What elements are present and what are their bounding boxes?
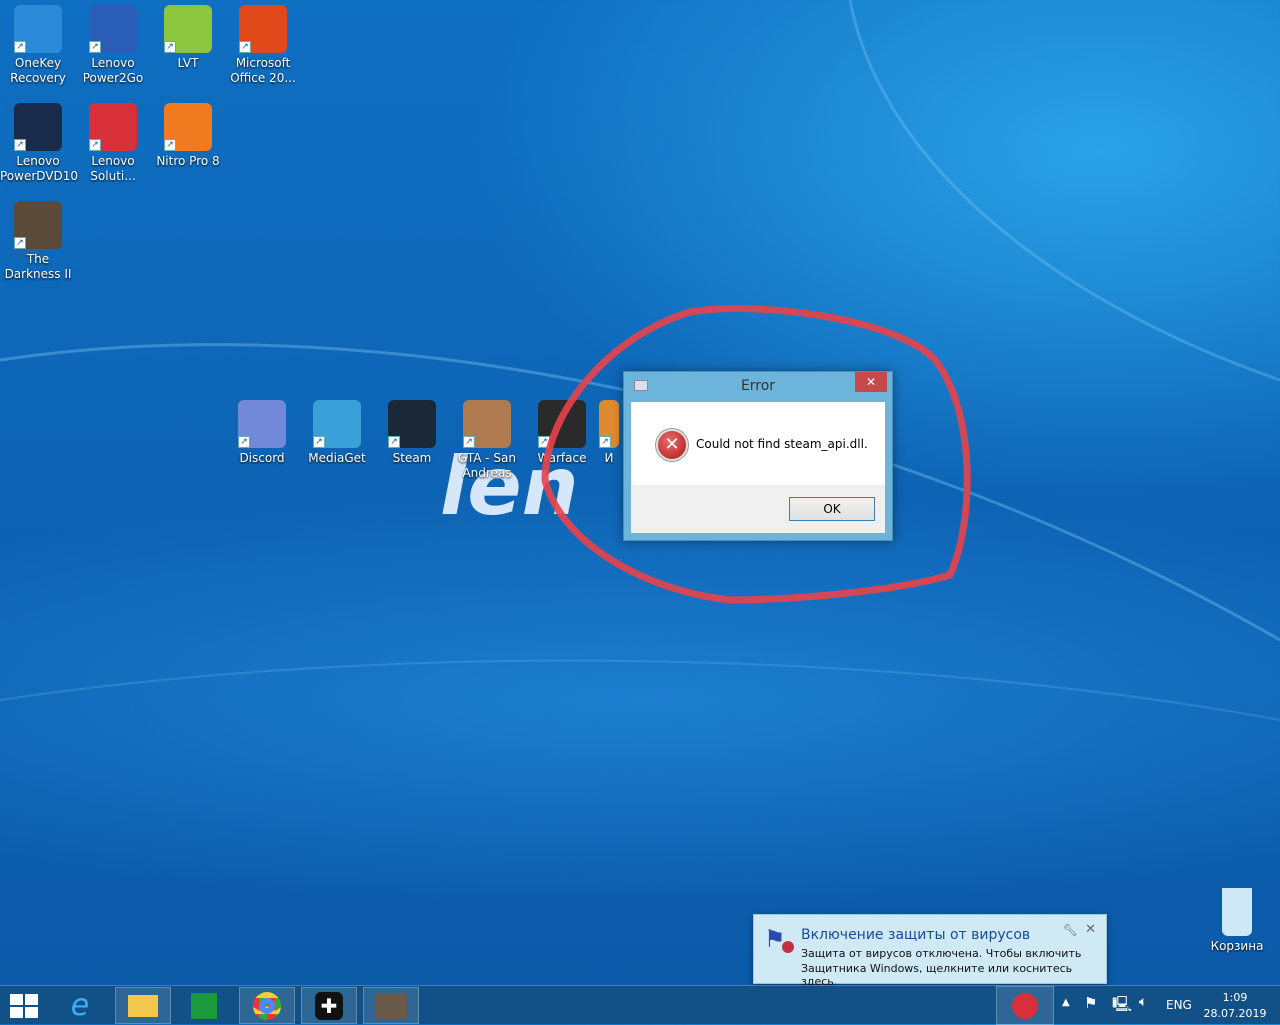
dialog-footer: OK bbox=[631, 485, 885, 533]
internet-explorer-icon[interactable]: e bbox=[52, 987, 108, 1024]
defender-notification[interactable]: ⚑ Включение защиты от вирусов Защита от … bbox=[753, 914, 1107, 988]
settings-icon[interactable]: 🔧︎ bbox=[1063, 923, 1078, 937]
the-darkness-taskbar-icon[interactable] bbox=[363, 987, 419, 1024]
lenovo-solution-tray-icon[interactable] bbox=[996, 986, 1054, 1025]
error-dialog: Error ✕ ✕ Could not find steam_api.dll. … bbox=[623, 371, 893, 541]
date: 28.07.2019 bbox=[1203, 1007, 1267, 1020]
volume-icon[interactable]: 🔈︎ bbox=[1139, 994, 1147, 1010]
ok-button[interactable]: OK bbox=[789, 497, 875, 521]
network-icon[interactable]: 🖳︎ bbox=[1112, 994, 1132, 1019]
error-icon: ✕ bbox=[656, 429, 688, 461]
language-indicator[interactable]: ENG bbox=[1166, 998, 1192, 1012]
store-icon[interactable] bbox=[176, 987, 232, 1024]
time: 1:09 bbox=[1222, 991, 1248, 1004]
app-icon bbox=[634, 380, 648, 391]
app-icon[interactable]: ✚ bbox=[301, 987, 357, 1024]
dialog-title: Error bbox=[740, 378, 776, 394]
notification-title: Включение защиты от вирусов bbox=[801, 927, 1031, 943]
dialog-body: ✕ Could not find steam_api.dll. OK bbox=[631, 402, 885, 533]
file-explorer-icon[interactable] bbox=[115, 987, 171, 1024]
notification-body-1: Защита от вирусов отключена. Чтобы включ… bbox=[801, 947, 1082, 960]
error-message: Could not find steam_api.dll. bbox=[696, 437, 868, 451]
close-button[interactable]: ✕ bbox=[855, 372, 887, 392]
action-center-flag-icon[interactable]: ⚑ bbox=[1084, 994, 1097, 1012]
clock[interactable]: 1:09 28.07.2019 bbox=[1200, 990, 1270, 1022]
chrome-icon[interactable] bbox=[239, 987, 295, 1024]
show-hidden-icons-chevron[interactable]: ▲ bbox=[1062, 997, 1070, 1008]
error-badge-icon bbox=[782, 941, 794, 953]
start-button[interactable] bbox=[10, 994, 38, 1018]
notification-close-icon[interactable]: ✕ bbox=[1085, 922, 1096, 937]
taskbar: e ✚ ▲ ⚑ 🖳︎ 🔈︎ ENG 1:09 28.07.2019 bbox=[0, 985, 1280, 1025]
